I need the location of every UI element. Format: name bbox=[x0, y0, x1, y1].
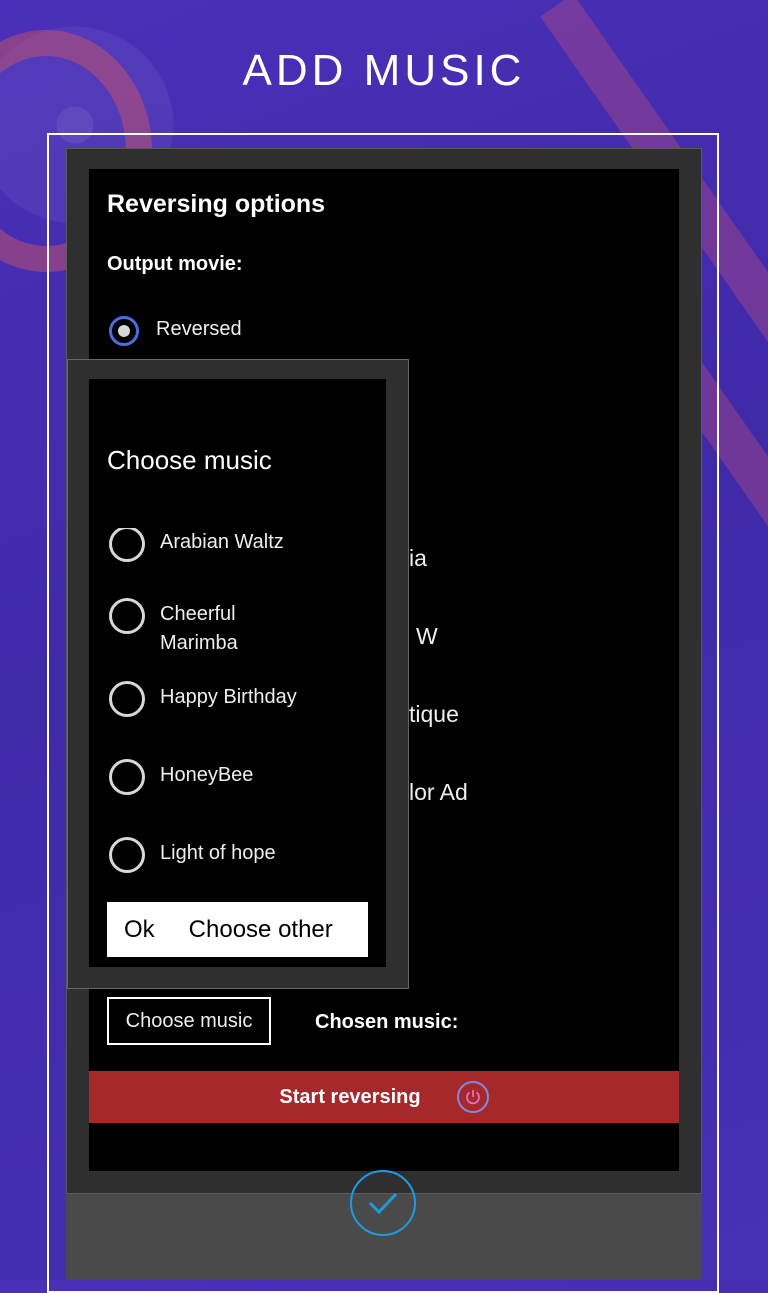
power-icon bbox=[456, 1081, 489, 1113]
ok-button[interactable]: Ok bbox=[124, 916, 155, 944]
music-radio-happy-birthday[interactable] bbox=[109, 681, 145, 717]
music-radio-light-of-hope[interactable] bbox=[109, 837, 145, 873]
dialog-title: Choose music bbox=[107, 445, 272, 475]
checkmark-icon bbox=[368, 1192, 398, 1215]
music-radio-arabian-waltz[interactable] bbox=[109, 528, 145, 562]
music-label: Arabian Waltz bbox=[160, 531, 284, 553]
start-reversing-label: Start reversing bbox=[279, 1085, 421, 1108]
start-reversing-button[interactable]: Start reversing bbox=[89, 1071, 679, 1123]
choose-other-button[interactable]: Choose other bbox=[189, 916, 333, 944]
dialog-button-bar: Ok Choose other bbox=[107, 902, 368, 957]
music-label: Cheerful Marimba bbox=[160, 603, 238, 654]
reversed-radio[interactable] bbox=[109, 316, 139, 346]
music-label: Happy Birthday bbox=[160, 686, 297, 708]
music-label: Light of hope bbox=[160, 842, 276, 864]
choose-music-button[interactable]: Choose music bbox=[107, 997, 271, 1045]
music-radio-cheerful-marimba[interactable] bbox=[109, 598, 145, 634]
partial-option-text: tique bbox=[409, 701, 459, 727]
reversed-radio-label: Reversed bbox=[156, 318, 242, 340]
music-list[interactable]: Arabian Waltz Cheerful Marimba Happy Bir… bbox=[89, 528, 386, 888]
partial-option-text: ia bbox=[409, 545, 427, 571]
music-label: HoneyBee bbox=[160, 764, 254, 786]
page-title: ADD MUSIC bbox=[242, 46, 526, 95]
options-heading: Reversing options bbox=[107, 190, 326, 218]
output-movie-label: Output movie: bbox=[107, 253, 243, 275]
confirm-checkmark-button[interactable] bbox=[350, 1170, 416, 1236]
music-radio-honeybee[interactable] bbox=[109, 759, 145, 795]
partial-option-text: W bbox=[416, 623, 438, 649]
partial-option-text: lor Ad bbox=[409, 779, 468, 805]
chosen-music-label: Chosen music: bbox=[315, 1011, 459, 1033]
